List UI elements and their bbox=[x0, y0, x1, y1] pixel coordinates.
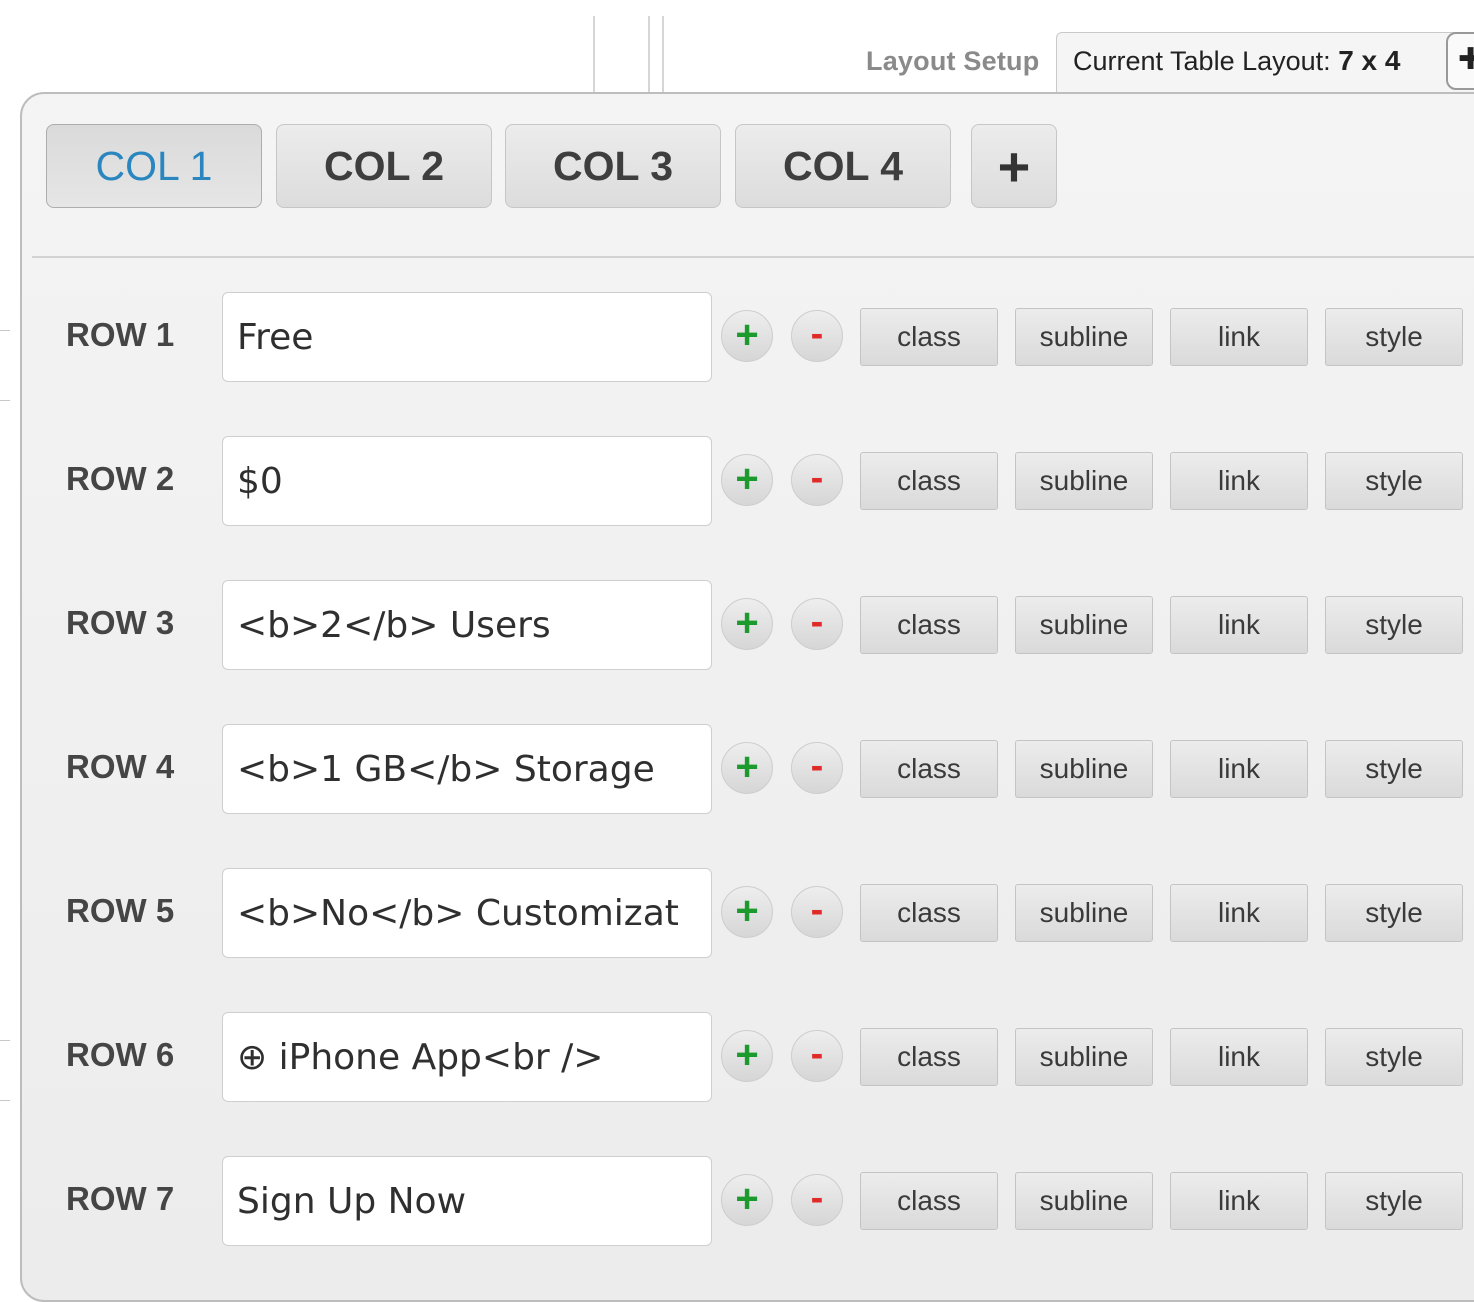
settings-icon: ✚ bbox=[1458, 43, 1474, 76]
remove-row-button[interactable]: - bbox=[791, 1174, 843, 1226]
remove-row-button[interactable]: - bbox=[791, 886, 843, 938]
table-row: ROW 7 + - class subline link style bbox=[0, 1156, 1474, 1246]
subline-button[interactable]: subline bbox=[1015, 596, 1153, 654]
current-layout-text: Current Table Layout: 7 x 4 bbox=[1073, 45, 1400, 77]
remove-row-button[interactable]: - bbox=[791, 742, 843, 794]
style-button[interactable]: style bbox=[1325, 740, 1463, 798]
link-button[interactable]: link bbox=[1170, 1028, 1308, 1086]
add-row-button[interactable]: + bbox=[721, 598, 773, 650]
current-layout-prefix: Current Table Layout: bbox=[1073, 46, 1331, 76]
subline-button[interactable]: subline bbox=[1015, 452, 1153, 510]
class-button[interactable]: class bbox=[860, 740, 998, 798]
remove-row-button[interactable]: - bbox=[791, 598, 843, 650]
link-button[interactable]: link bbox=[1170, 452, 1308, 510]
current-layout-value: 7 x 4 bbox=[1338, 45, 1401, 76]
class-button[interactable]: class bbox=[860, 596, 998, 654]
style-button[interactable]: style bbox=[1325, 596, 1463, 654]
minus-icon: - bbox=[810, 888, 824, 931]
minus-icon: - bbox=[810, 312, 824, 355]
row-label: ROW 7 bbox=[66, 1180, 175, 1217]
background-divider bbox=[662, 16, 664, 94]
plus-icon: + bbox=[735, 888, 759, 933]
row-label: ROW 5 bbox=[66, 892, 175, 929]
layout-setup-label: Layout Setup bbox=[866, 45, 1040, 76]
table-row: ROW 5 + - class subline link style bbox=[0, 868, 1474, 958]
minus-icon: - bbox=[810, 600, 824, 643]
add-row-button[interactable]: + bbox=[721, 310, 773, 362]
class-button[interactable]: class bbox=[860, 452, 998, 510]
plus-icon: + bbox=[735, 600, 759, 645]
link-button[interactable]: link bbox=[1170, 1172, 1308, 1230]
row-content-input[interactable] bbox=[222, 1156, 712, 1246]
table-editor-panel bbox=[20, 92, 1474, 1302]
add-row-button[interactable]: + bbox=[721, 1030, 773, 1082]
tab-col-2[interactable]: COL 2 bbox=[276, 124, 492, 208]
table-row: ROW 2 + - class subline link style bbox=[0, 436, 1474, 526]
tab-col-1[interactable]: COL 1 bbox=[46, 124, 262, 208]
subline-button[interactable]: subline bbox=[1015, 1172, 1153, 1230]
remove-row-button[interactable]: - bbox=[791, 1030, 843, 1082]
row-label: ROW 3 bbox=[66, 604, 175, 641]
subline-button[interactable]: subline bbox=[1015, 740, 1153, 798]
style-button[interactable]: style bbox=[1325, 1028, 1463, 1086]
add-row-button[interactable]: + bbox=[721, 1174, 773, 1226]
tab-col-3[interactable]: COL 3 bbox=[505, 124, 721, 208]
row-content-input[interactable] bbox=[222, 580, 712, 670]
row-label: ROW 2 bbox=[66, 460, 175, 497]
tab-col-4[interactable]: COL 4 bbox=[735, 124, 951, 208]
background-tick bbox=[0, 400, 10, 401]
link-button[interactable]: link bbox=[1170, 308, 1308, 366]
add-row-button[interactable]: + bbox=[721, 454, 773, 506]
table-row: ROW 3 + - class subline link style bbox=[0, 580, 1474, 670]
style-button[interactable]: style bbox=[1325, 1172, 1463, 1230]
subline-button[interactable]: subline bbox=[1015, 884, 1153, 942]
row-label: ROW 4 bbox=[66, 748, 175, 785]
link-button[interactable]: link bbox=[1170, 596, 1308, 654]
minus-icon: - bbox=[810, 1176, 824, 1219]
add-column-button[interactable]: + bbox=[971, 124, 1057, 208]
plus-icon: + bbox=[735, 1032, 759, 1077]
current-layout-tab[interactable]: Current Table Layout: 7 x 4 bbox=[1056, 32, 1474, 96]
remove-row-button[interactable]: - bbox=[791, 310, 843, 362]
link-button[interactable]: link bbox=[1170, 884, 1308, 942]
minus-icon: - bbox=[810, 1032, 824, 1075]
table-row: ROW 4 + - class subline link style bbox=[0, 724, 1474, 814]
row-content-input[interactable] bbox=[222, 868, 712, 958]
subline-button[interactable]: subline bbox=[1015, 308, 1153, 366]
plus-icon: + bbox=[735, 312, 759, 357]
plus-icon: + bbox=[735, 456, 759, 501]
class-button[interactable]: class bbox=[860, 1172, 998, 1230]
panel-divider bbox=[32, 256, 1474, 258]
table-row: ROW 6 + - class subline link style bbox=[0, 1012, 1474, 1102]
row-content-input[interactable] bbox=[222, 1012, 712, 1102]
link-button[interactable]: link bbox=[1170, 740, 1308, 798]
class-button[interactable]: class bbox=[860, 308, 998, 366]
settings-button[interactable]: ✚ bbox=[1446, 32, 1474, 90]
plus-icon: + bbox=[735, 1176, 759, 1221]
table-row: ROW 1 + - class subline link style bbox=[0, 292, 1474, 382]
add-row-button[interactable]: + bbox=[721, 742, 773, 794]
class-button[interactable]: class bbox=[860, 884, 998, 942]
row-label: ROW 6 bbox=[66, 1036, 175, 1073]
minus-icon: - bbox=[810, 744, 824, 787]
class-button[interactable]: class bbox=[860, 1028, 998, 1086]
style-button[interactable]: style bbox=[1325, 884, 1463, 942]
row-content-input[interactable] bbox=[222, 724, 712, 814]
background-divider bbox=[593, 16, 595, 94]
style-button[interactable]: style bbox=[1325, 308, 1463, 366]
background-divider bbox=[648, 16, 650, 94]
style-button[interactable]: style bbox=[1325, 452, 1463, 510]
plus-icon: + bbox=[735, 744, 759, 789]
row-content-input[interactable] bbox=[222, 292, 712, 382]
row-label: ROW 1 bbox=[66, 316, 175, 353]
layout-setup-header: Layout Setup bbox=[866, 36, 1039, 86]
minus-icon: - bbox=[810, 456, 824, 499]
subline-button[interactable]: subline bbox=[1015, 1028, 1153, 1086]
remove-row-button[interactable]: - bbox=[791, 454, 843, 506]
row-content-input[interactable] bbox=[222, 436, 712, 526]
add-row-button[interactable]: + bbox=[721, 886, 773, 938]
